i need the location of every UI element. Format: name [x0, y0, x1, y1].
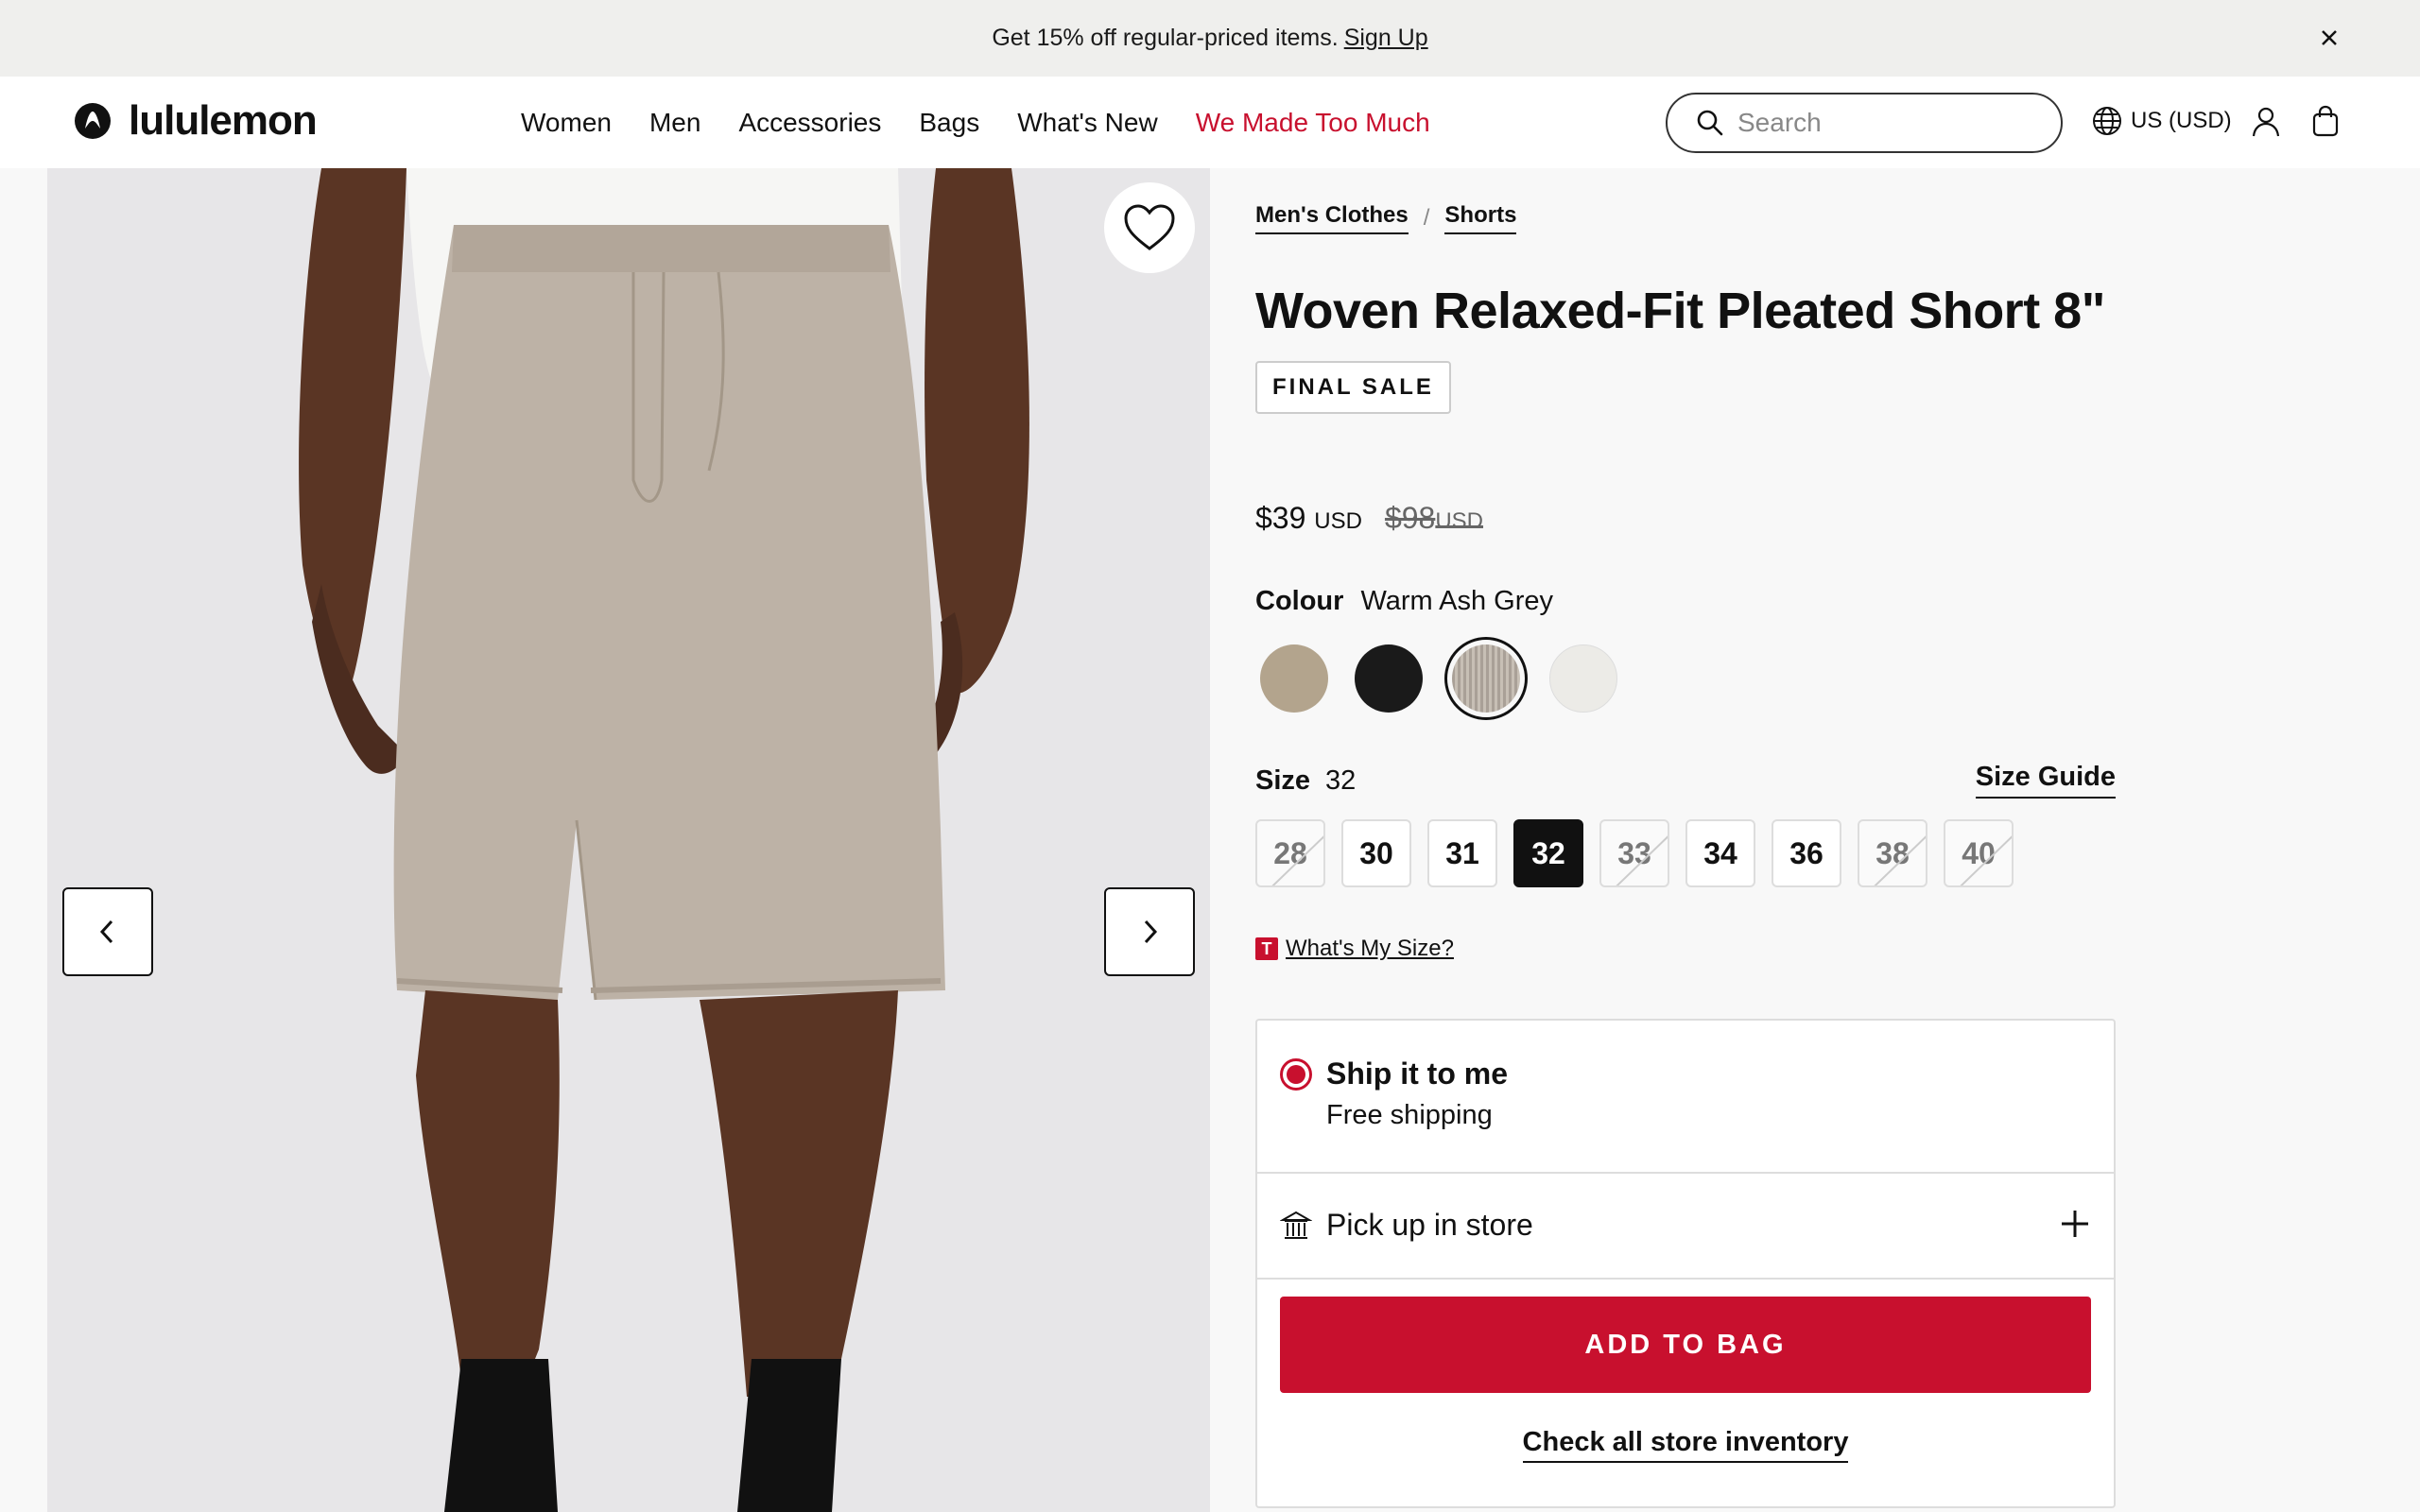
add-to-bag-button[interactable]: ADD TO BAG: [1280, 1297, 2091, 1393]
shopping-bag-icon[interactable]: [2311, 104, 2340, 143]
globe-icon: [2093, 107, 2121, 135]
locale-label: US (USD): [2131, 108, 2232, 133]
ship-subtitle: Free shipping: [1326, 1100, 1493, 1130]
size-label: Size: [1255, 765, 1311, 796]
size-32[interactable]: 32: [1513, 819, 1583, 887]
true-fit-icon: T: [1255, 937, 1278, 960]
product-photo-shorts: [47, 168, 1210, 1512]
size-34[interactable]: 34: [1685, 819, 1755, 887]
colour-value: Warm Ash Grey: [1360, 586, 1554, 616]
close-icon[interactable]: [2314, 23, 2344, 53]
breadcrumb-mens-clothes[interactable]: Men's Clothes: [1255, 202, 1409, 234]
fulfillment-options: Ship it to me Free shipping Pick up in s…: [1255, 1019, 2116, 1508]
check-store-inventory-link[interactable]: Check all store inventory: [1257, 1427, 2114, 1463]
gallery-prev-button[interactable]: [62, 887, 153, 976]
nav-men[interactable]: Men: [649, 108, 700, 138]
pickup-title: Pick up in store: [1326, 1208, 1533, 1242]
original-price: $98USD: [1384, 501, 1484, 535]
current-price: $39 USD: [1255, 501, 1362, 535]
size-value: 32: [1325, 765, 1357, 796]
size-options: 28 30 31 32 33 34 36 38 40: [1255, 819, 2014, 887]
nav-women[interactable]: Women: [521, 108, 612, 138]
pick-up-in-store-option[interactable]: Pick up in store: [1257, 1174, 2114, 1280]
size-33[interactable]: 33: [1599, 819, 1669, 887]
chevron-left-icon: [99, 919, 113, 944]
size-30[interactable]: 30: [1341, 819, 1411, 887]
store-icon: [1279, 1210, 1313, 1246]
colour-label: Colour: [1255, 586, 1344, 616]
size-36[interactable]: 36: [1772, 819, 1841, 887]
size-row: Size 32: [1255, 765, 1356, 797]
size-28[interactable]: 28: [1255, 819, 1325, 887]
promo-banner: Get 15% off regular-priced items. Sign U…: [0, 0, 2420, 77]
radio-selected-icon[interactable]: [1280, 1058, 1312, 1091]
account-icon[interactable]: [2250, 105, 2282, 144]
breadcrumb: Men's Clothes / Shorts: [1255, 202, 1517, 234]
brand-wordmark: lululemon: [129, 97, 318, 144]
search-input[interactable]: [1737, 108, 2040, 138]
search-box[interactable]: [1666, 93, 2063, 153]
swatch-warm-ash-grey[interactable]: [1444, 637, 1528, 720]
nav-accessories[interactable]: Accessories: [738, 108, 881, 138]
check-inventory-text: Check all store inventory: [1522, 1427, 1849, 1463]
plus-icon[interactable]: [2059, 1208, 2091, 1245]
brand-logo[interactable]: lululemon: [74, 97, 318, 145]
main-nav: Women Men Accessories Bags What's New We…: [521, 77, 1430, 168]
promo-text: Get 15% off regular-priced items.: [992, 25, 1339, 51]
gallery-next-button[interactable]: [1104, 887, 1195, 976]
swatch-white[interactable]: [1545, 640, 1622, 717]
swatch-black[interactable]: [1350, 640, 1427, 717]
swatch-khaki[interactable]: [1255, 640, 1333, 717]
colour-row: Colour Warm Ash Grey: [1255, 586, 1553, 617]
breadcrumb-shorts[interactable]: Shorts: [1444, 202, 1517, 234]
ship-title: Ship it to me: [1326, 1057, 1508, 1091]
whats-my-size-link[interactable]: T What's My Size?: [1255, 936, 1454, 962]
heart-icon: [1124, 204, 1175, 250]
breadcrumb-separator: /: [1423, 205, 1430, 231]
nav-whats-new[interactable]: What's New: [1017, 108, 1158, 138]
nav-we-made-too-much[interactable]: We Made Too Much: [1196, 108, 1430, 138]
whats-my-size-text: What's My Size?: [1286, 936, 1454, 961]
price: $39 USD $98USD: [1255, 501, 1483, 536]
wishlist-button[interactable]: [1104, 182, 1195, 273]
lululemon-logo-icon: [75, 103, 111, 139]
final-sale-badge: FINAL SALE: [1255, 361, 1451, 414]
size-40[interactable]: 40: [1944, 819, 2014, 887]
size-38[interactable]: 38: [1858, 819, 1927, 887]
nav-bags[interactable]: Bags: [919, 108, 979, 138]
product-image: [47, 168, 1210, 1512]
ship-it-to-me-option[interactable]: Ship it to me Free shipping: [1257, 1021, 2114, 1174]
product-title: Woven Relaxed-Fit Pleated Short 8": [1255, 283, 2105, 339]
size-guide-link[interactable]: Size Guide: [1975, 762, 2116, 799]
site-header: lululemon Women Men Accessories Bags Wha…: [0, 77, 2420, 168]
size-31[interactable]: 31: [1427, 819, 1497, 887]
locale-selector[interactable]: US (USD): [2091, 105, 2232, 137]
search-icon: [1697, 110, 1723, 136]
colour-swatches: [1255, 637, 1622, 720]
chevron-right-icon: [1144, 919, 1158, 944]
promo-signup-link[interactable]: Sign Up: [1344, 25, 1428, 52]
